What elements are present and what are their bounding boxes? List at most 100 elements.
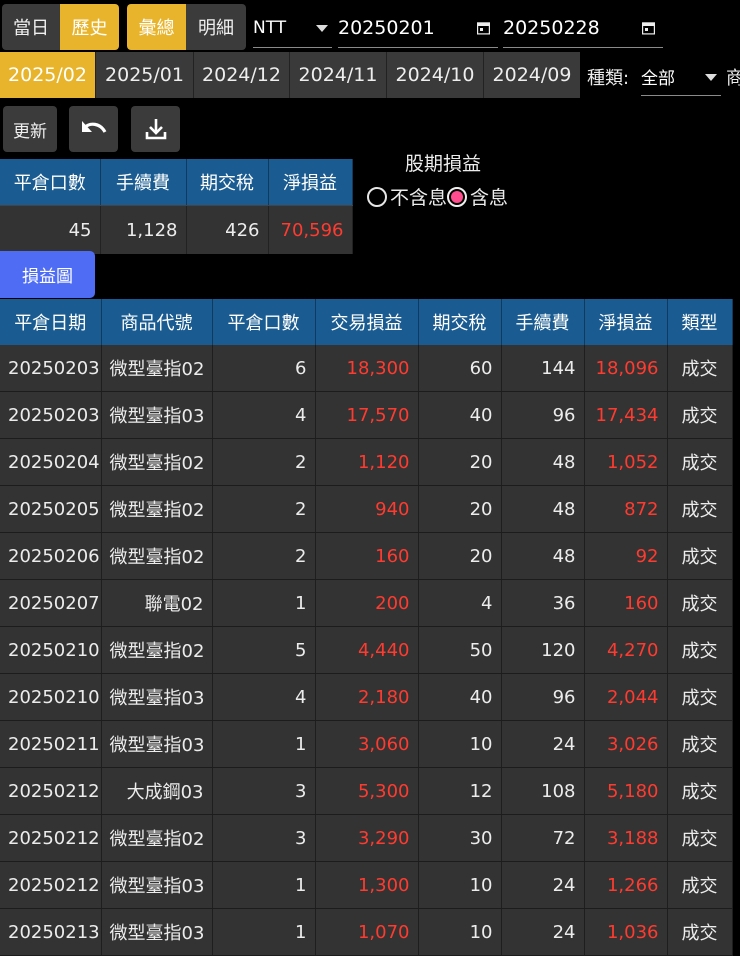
table-row[interactable]: 20250213 微型臺指03 1 1,070 10 24 1,036 成交 — [0, 908, 733, 956]
cell-closed-lots: 2 — [212, 438, 316, 486]
calendar-icon[interactable] — [642, 21, 655, 34]
cell-tax: 10 — [418, 861, 502, 909]
table-row[interactable]: 20250203 微型臺指02 6 18,300 60 144 18,096 成交 — [0, 345, 733, 392]
table-row[interactable]: 20250203 微型臺指03 4 17,570 40 96 17,434 成交 — [0, 391, 733, 439]
table-row[interactable]: 20250210 微型臺指02 5 4,440 50 120 4,270 成交 — [0, 626, 733, 674]
cell-trade-pnl: 200 — [315, 579, 419, 627]
cell-fee: 144 — [501, 345, 585, 392]
cell-trade-pnl: 3,060 — [315, 720, 419, 768]
cell-type: 成交 — [667, 532, 733, 580]
column-header[interactable]: 淨損益 — [584, 299, 668, 345]
history-tab[interactable]: 歷史 — [60, 4, 119, 50]
cell-close-date: 20250210 — [0, 673, 102, 721]
cell-trade-pnl: 160 — [315, 532, 419, 580]
cell-type: 成交 — [667, 579, 733, 627]
table-row[interactable]: 20250206 微型臺指02 2 160 20 48 92 成交 — [0, 532, 733, 580]
table-row[interactable]: 20250210 微型臺指03 4 2,180 40 96 2,044 成交 — [0, 673, 733, 721]
history-tab-label: 歷史 — [71, 18, 108, 39]
cell-close-date: 20250204 — [0, 438, 102, 486]
column-header[interactable]: 交易損益 — [315, 299, 419, 345]
cell-tax: 10 — [418, 908, 502, 956]
dividend-title: 股期損益 — [405, 153, 482, 175]
tab-month-2[interactable]: 2024/12 — [194, 52, 290, 98]
cell-tax: 20 — [418, 438, 502, 486]
currency-select[interactable]: NTT — [253, 8, 332, 48]
end-date-input[interactable]: 20250228 — [503, 8, 663, 48]
cell-close-date: 20250207 — [0, 579, 102, 627]
cell-trade-pnl: 1,120 — [315, 438, 419, 486]
pnl-chart-button[interactable]: 損益圖 — [0, 251, 95, 298]
detail-tab[interactable]: 明細 — [186, 4, 246, 50]
tab-month-4[interactable]: 2024/10 — [387, 52, 484, 98]
cell-net-pnl: 4,270 — [584, 626, 668, 674]
refresh-button[interactable]: 更新 — [3, 106, 57, 152]
table-row[interactable]: 20250212 微型臺指03 1 1,300 10 24 1,266 成交 — [0, 861, 733, 909]
cell-net-pnl: 2,044 — [584, 673, 668, 721]
cell-tax: 10 — [418, 720, 502, 768]
download-button[interactable] — [131, 106, 180, 152]
cell-trade-pnl: 4,440 — [315, 626, 419, 674]
cell-product-code: 微型臺指03 — [101, 391, 213, 439]
cell-closed-lots: 3 — [212, 767, 316, 815]
table-row[interactable]: 20250207 聯電02 1 200 4 36 160 成交 — [0, 579, 733, 627]
cell-product-code: 微型臺指02 — [101, 345, 213, 392]
dividend-options: 不含息 含息 — [367, 183, 508, 210]
cell-fee: 96 — [501, 673, 585, 721]
tab-month-5[interactable]: 2024/09 — [484, 52, 580, 98]
exclude-dividend-label: 不含息 — [390, 187, 448, 209]
cell-net-pnl: 18,096 — [584, 345, 668, 392]
table-row[interactable]: 20250212 大成鋼03 3 5,300 12 108 5,180 成交 — [0, 767, 733, 815]
cell-product-code: 微型臺指02 — [101, 438, 213, 486]
start-date-value: 20250201 — [338, 16, 435, 39]
summary-header: 手續費 — [100, 159, 187, 206]
table-row[interactable]: 20250205 微型臺指02 2 940 20 48 872 成交 — [0, 485, 733, 533]
cell-closed-lots: 4 — [212, 673, 316, 721]
table-row[interactable]: 20250211 微型臺指03 1 3,060 10 24 3,026 成交 — [0, 720, 733, 768]
calendar-icon[interactable] — [477, 21, 490, 34]
cell-close-date: 20250211 — [0, 720, 102, 768]
end-date-value: 20250228 — [503, 16, 600, 39]
tab-month-0[interactable]: 2025/02 — [0, 52, 96, 98]
table-row[interactable]: 20250204 微型臺指02 2 1,120 20 48 1,052 成交 — [0, 438, 733, 486]
radio-include-dividend[interactable] — [447, 186, 468, 207]
cell-product-code: 聯電02 — [101, 579, 213, 627]
tab-month-1[interactable]: 2025/01 — [96, 52, 194, 98]
cell-net-pnl: 1,266 — [584, 861, 668, 909]
undo-button[interactable] — [69, 106, 118, 152]
column-header[interactable]: 平倉口數 — [212, 299, 316, 345]
column-header[interactable]: 平倉日期 — [0, 299, 102, 345]
tab-month-3[interactable]: 2024/11 — [290, 52, 387, 98]
category-label: 種類: — [587, 68, 630, 89]
cell-closed-lots: 1 — [212, 861, 316, 909]
cell-close-date: 20250212 — [0, 767, 102, 815]
cell-trade-pnl: 1,070 — [315, 908, 419, 956]
refresh-label: 更新 — [13, 121, 47, 142]
cell-tax: 60 — [418, 345, 502, 392]
cell-fee: 48 — [501, 532, 585, 580]
column-header[interactable]: 類型 — [667, 299, 733, 345]
cell-tax: 50 — [418, 626, 502, 674]
cell-closed-lots: 3 — [212, 814, 316, 862]
cell-closed-lots: 1 — [212, 579, 316, 627]
summary-header: 淨損益 — [268, 159, 353, 206]
cell-product-code: 微型臺指03 — [101, 908, 213, 956]
currency-value: NTT — [253, 17, 287, 38]
radio-exclude-dividend[interactable] — [367, 186, 387, 207]
detail-tab-label: 明細 — [198, 18, 234, 39]
column-header[interactable]: 手續費 — [501, 299, 585, 345]
today-tab[interactable]: 當日 — [2, 4, 60, 50]
cell-type: 成交 — [667, 391, 733, 439]
table-row[interactable]: 20250212 微型臺指02 3 3,290 30 72 3,188 成交 — [0, 814, 733, 862]
cell-fee: 24 — [501, 720, 585, 768]
cell-net-pnl: 160 — [584, 579, 668, 627]
column-header[interactable]: 商品代號 — [101, 299, 213, 345]
category-select[interactable]: 全部 — [641, 58, 721, 96]
summary-tab[interactable]: 彙總 — [127, 4, 186, 50]
cell-product-code: 微型臺指02 — [101, 814, 213, 862]
cell-net-pnl: 92 — [584, 532, 668, 580]
column-header[interactable]: 期交稅 — [418, 299, 502, 345]
cell-product-code: 微型臺指03 — [101, 720, 213, 768]
summary-closed-lots: 45 — [0, 205, 101, 254]
include-dividend-label: 含息 — [470, 187, 509, 209]
start-date-input[interactable]: 20250201 — [338, 8, 498, 48]
